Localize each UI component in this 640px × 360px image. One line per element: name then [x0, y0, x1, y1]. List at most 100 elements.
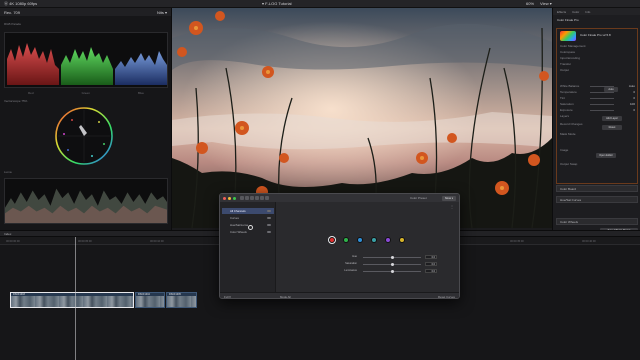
- timeline-clip[interactable]: DSCF1044: [135, 292, 165, 308]
- toolbar-icon[interactable]: [265, 196, 269, 200]
- ruler-timecode: 00:00:35:00: [510, 240, 524, 243]
- toolbar-icon[interactable]: [250, 196, 254, 200]
- color-swatch[interactable]: [357, 237, 363, 243]
- dialog-title-bar[interactable]: Color Preset None ▾: [220, 194, 459, 202]
- minimize-window-icon[interactable]: [228, 196, 231, 200]
- inspector-param-label: White Balance: [560, 84, 580, 88]
- inspector-param-label: Input Encoding: [560, 56, 581, 60]
- slider-track[interactable]: [363, 256, 421, 259]
- toolbar-icon[interactable]: [260, 196, 264, 200]
- open-editor-button[interactable]: Open Editor: [596, 153, 616, 158]
- inspector-param-label: Mask Mode: [560, 132, 576, 136]
- add-layer-button[interactable]: Add Layer: [602, 116, 622, 121]
- close-window-icon[interactable]: [223, 196, 226, 200]
- library-name[interactable]: Ⓐ 4K 1080p 60fps: [4, 1, 37, 7]
- red-parade: [7, 43, 59, 85]
- inspector-param-slider[interactable]: [590, 98, 614, 99]
- mini-panel-color-board[interactable]: Color Board: [556, 185, 638, 192]
- color-preset-label: Color Preset: [410, 196, 427, 200]
- green-parade: [61, 47, 113, 85]
- sidebar-item-label: Color Wheels: [230, 230, 247, 234]
- luma-waveform: [4, 178, 168, 224]
- zoom-window-icon[interactable]: [233, 196, 236, 200]
- inspector-param-label: Transfer: [560, 62, 572, 66]
- color-swatch[interactable]: [343, 237, 349, 243]
- slider-value-field[interactable]: 0.0: [425, 269, 437, 273]
- project-title[interactable]: ▾ F-LOG Tutorial: [262, 1, 292, 6]
- mode-selector[interactable]: Mode All: [280, 295, 291, 298]
- color-swatch[interactable]: [371, 237, 377, 243]
- inspector-param-label: Exposure: [560, 108, 573, 112]
- toggle-icon[interactable]: [267, 224, 271, 226]
- vectorscope: [55, 107, 113, 165]
- view-range-dropdown[interactable]: Full ▾: [224, 295, 231, 298]
- color-swatch[interactable]: [385, 237, 391, 243]
- rgb-parade-scope: [4, 32, 168, 88]
- rgb-parade-channel-labels: Red Green Blue: [4, 91, 168, 95]
- inspector-section-title[interactable]: Color Finale Pro: [557, 18, 579, 22]
- sidebar-item-label: All Channels: [230, 209, 246, 213]
- rgb-parade-label: RGB Parade: [4, 22, 22, 26]
- timeline-clip[interactable]: DSCF1045: [166, 292, 197, 308]
- clip-filmstrip: [136, 296, 164, 307]
- slider-knob[interactable]: [391, 270, 394, 273]
- inspector-param-label: Image: [560, 148, 569, 152]
- video-scopes-panel: Rec. 709 Nits ▾ RGB Parade Red Green Blu…: [0, 8, 172, 230]
- viewer-view-menu[interactable]: View ▾: [540, 1, 552, 6]
- inspector-param-value[interactable]: 0: [633, 90, 635, 94]
- inspector-param-slider[interactable]: [590, 110, 614, 111]
- timeline-index-button[interactable]: Index: [4, 232, 11, 236]
- inspector-param-slider[interactable]: [590, 92, 614, 93]
- ruler-timecode: 00:00:10:00: [150, 240, 164, 243]
- sidebar-item-all-channels[interactable]: All Channels: [222, 208, 274, 214]
- white-balance-auto-button[interactable]: Auto: [604, 87, 618, 92]
- slider-track[interactable]: [363, 270, 421, 273]
- inspector-param-label: Tint: [560, 96, 565, 100]
- ruler-timecode: 00:00:40:00: [582, 240, 596, 243]
- clip-label: DSCF1045: [169, 293, 181, 296]
- ruler-timecode: 00:00:05:00: [78, 240, 92, 243]
- inspector-param-value[interactable]: 0: [633, 108, 635, 112]
- sidebar-item-curves[interactable]: Curves: [222, 215, 274, 221]
- sidebar-item-color-wheels[interactable]: Color Wheels: [222, 229, 274, 235]
- inspector-param-slider[interactable]: [590, 104, 614, 105]
- tab-effects[interactable]: Effects: [557, 10, 566, 14]
- reset-button[interactable]: Reset: [602, 125, 622, 130]
- scopes-units[interactable]: Nits ▾: [157, 10, 167, 15]
- dialog-sidebar: All Channels Curves Hue/Sat/Luma Color W…: [220, 202, 276, 292]
- slider-value-field[interactable]: 0.0: [425, 262, 437, 266]
- tab-color[interactable]: Color: [572, 10, 579, 14]
- mini-panel-hue-sat-curves[interactable]: Hue/Sat Curves: [556, 196, 638, 203]
- scopes-colorspace[interactable]: Rec. 709: [4, 10, 20, 15]
- slider-knob[interactable]: [391, 256, 394, 259]
- inspector-param-label: Saturation: [560, 102, 574, 106]
- toolbar-icon[interactable]: [240, 196, 244, 200]
- more-options-icon[interactable]: ⋮: [450, 204, 454, 209]
- viewer-zoom[interactable]: 60%: [526, 1, 534, 6]
- sidebar-item-label: Curves: [230, 216, 239, 220]
- toggle-icon[interactable]: [267, 231, 271, 233]
- slider-knob[interactable]: [391, 263, 394, 266]
- inspector-param-value[interactable]: 0: [633, 96, 635, 100]
- inspector-param-value[interactable]: Auto: [629, 84, 635, 88]
- tab-info[interactable]: Info: [585, 10, 590, 14]
- green-channel-label: Green: [81, 91, 90, 95]
- slider-value-field[interactable]: 0.0: [425, 255, 437, 259]
- blue-channel-label: Blue: [137, 91, 144, 95]
- toolbar-icon[interactable]: [255, 196, 259, 200]
- inspector-param-label: Output Swap: [560, 162, 578, 166]
- toggle-icon[interactable]: [267, 217, 271, 219]
- toolbar-icon[interactable]: [245, 196, 249, 200]
- inspector-param-value[interactable]: 100: [630, 102, 635, 106]
- inspector-tabs: Effects Color Info: [553, 8, 640, 15]
- toggle-icon[interactable]: [267, 210, 271, 212]
- reset-curves-button[interactable]: Reset Curves: [438, 295, 455, 298]
- color-preset-dropdown[interactable]: None ▾: [442, 195, 456, 201]
- mini-panel-color-wheels[interactable]: Color Wheels: [556, 218, 638, 225]
- timeline-clip[interactable]: DSCF1043: [10, 292, 134, 308]
- slider-track[interactable]: [363, 263, 421, 266]
- color-swatch[interactable]: [329, 237, 335, 243]
- color-swatch[interactable]: [399, 237, 405, 243]
- playhead[interactable]: [75, 237, 76, 360]
- clip-filmstrip: [167, 296, 196, 307]
